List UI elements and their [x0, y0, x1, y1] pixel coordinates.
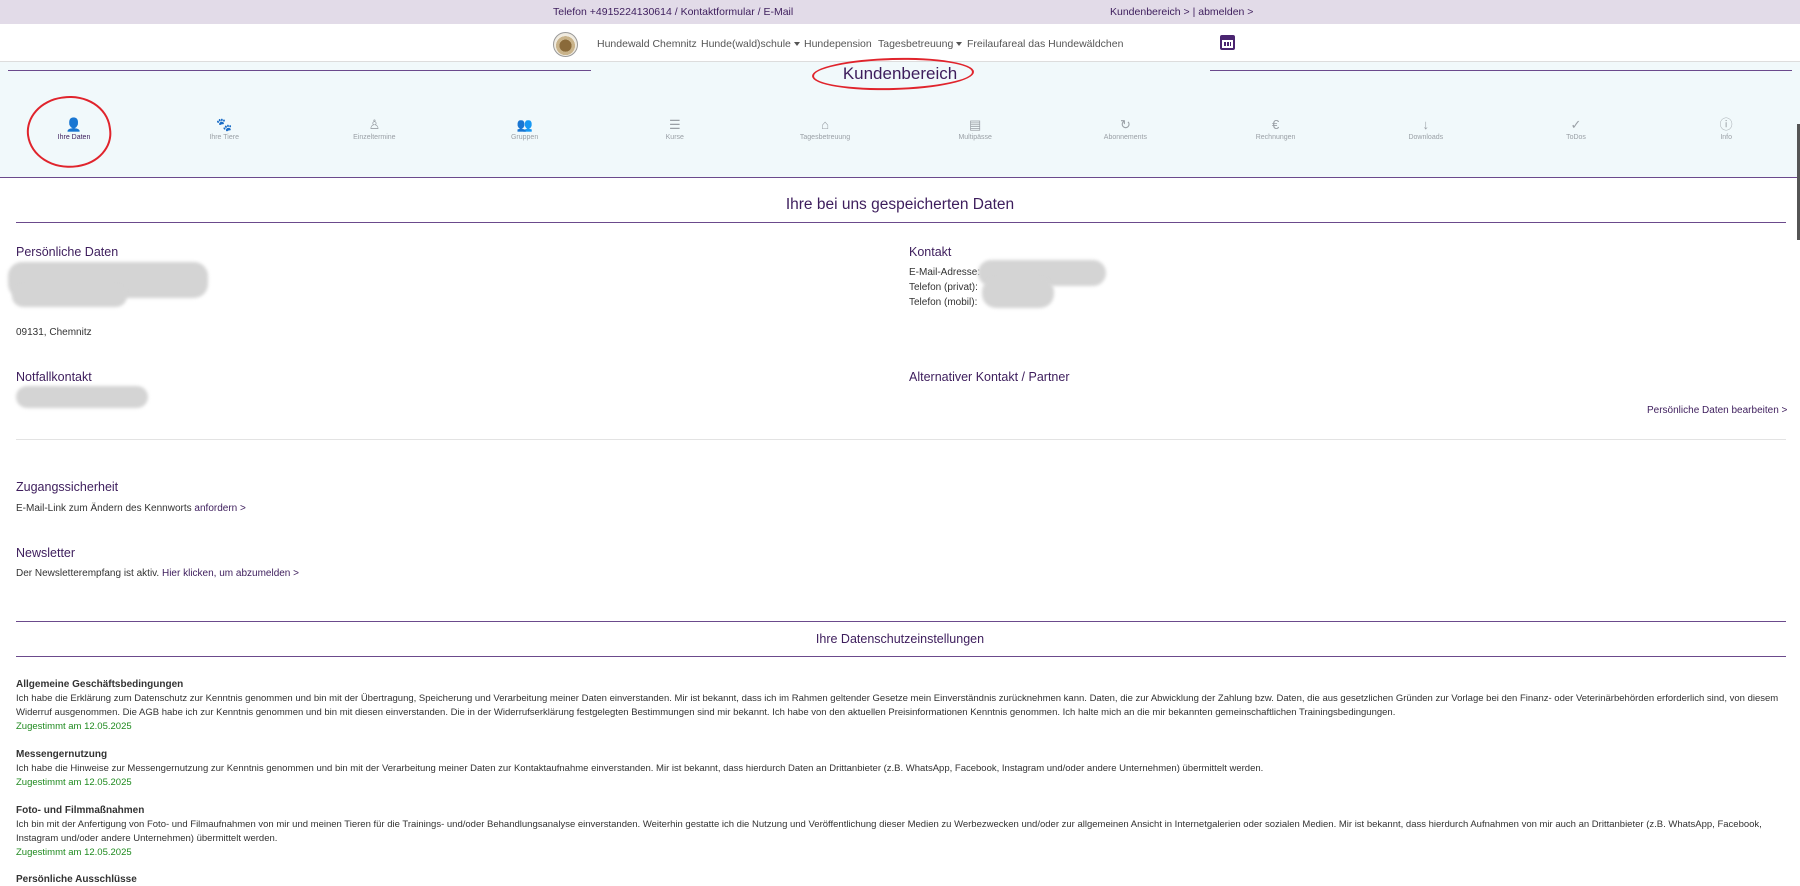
privacy-item-exclusions: Persönliche Ausschlüsse — [16, 873, 1786, 886]
redacted-area — [982, 278, 1054, 308]
chevron-down-icon — [956, 42, 963, 47]
chevron-down-icon — [793, 42, 800, 47]
tab-tagesbetreuung[interactable]: ⌂ Tagesbetreuung — [775, 117, 875, 141]
nav-item-label: Tagesbetreuung — [878, 38, 954, 50]
tab-downloads[interactable]: ↓ Downloads — [1376, 117, 1476, 141]
person-outline-icon: ♙ — [368, 117, 381, 132]
tab-einzeltermine[interactable]: ♙ Einzeltermine — [324, 117, 424, 141]
divider — [16, 222, 1786, 223]
euro-icon: € — [1271, 117, 1280, 132]
tab-kurse[interactable]: ☰ Kurse — [625, 117, 725, 141]
unsubscribe-link[interactable]: Hier klicken, um abzumelden > — [162, 568, 299, 579]
group-icon: 👥 — [516, 117, 533, 132]
paw-icon: 🐾 — [216, 117, 233, 132]
tab-gruppen[interactable]: 👥 Gruppen — [475, 117, 575, 141]
logo[interactable] — [553, 32, 578, 57]
card-icon: ▤ — [969, 117, 982, 132]
newsletter-status-text: Der Newsletterempfang ist aktiv. — [16, 568, 160, 579]
tab-label: Tagesbetreuung — [799, 134, 851, 141]
consent-status: Zugestimmt am 12.05.2025 — [16, 777, 132, 788]
emergency-contact-heading: Notfallkontakt — [16, 370, 92, 384]
nav-item-label: Hundepension — [804, 38, 872, 50]
request-password-link[interactable]: anfordern > — [194, 503, 245, 514]
nav-item-hundeschule[interactable]: Hunde(wald)schule — [701, 38, 800, 50]
divider — [16, 656, 1786, 657]
newsletter-row: Der Newsletterempfang ist aktiv. Hier kl… — [16, 568, 299, 579]
nav-item-freilaufareal[interactable]: Freilaufareal das Hundewäldchen — [967, 38, 1123, 50]
tab-abonnements[interactable]: ↻ Abonnements — [1075, 117, 1175, 141]
personal-city: 09131, Chemnitz — [16, 327, 92, 338]
download-icon: ↓ — [1422, 117, 1430, 132]
tab-label: Kurse — [665, 134, 684, 141]
list-icon: ☰ — [668, 117, 681, 132]
contact-heading: Kontakt — [909, 245, 952, 259]
contact-links[interactable]: Telefon +4915224130614 / Kontaktformular… — [553, 6, 793, 18]
tab-rechnungen[interactable]: € Rechnungen — [1226, 117, 1326, 141]
info-icon: ⓘ — [1719, 117, 1733, 132]
tab-label: Einzeltermine — [353, 134, 396, 141]
password-reset-row: E-Mail-Link zum Ändern des Kennworts anf… — [16, 503, 246, 514]
tab-label: Ihre Tiere — [209, 134, 239, 141]
consent-status: Zugestimmt am 12.05.2025 — [16, 847, 132, 858]
home-icon: ⌂ — [821, 117, 829, 132]
privacy-item-text: Ich habe die Hinweise zur Messengernutzu… — [16, 763, 1264, 774]
nav-item-tagesbetreuung[interactable]: Tagesbetreuung — [878, 38, 963, 50]
tab-label: ToDos — [1566, 134, 1586, 141]
tab-label: Abonnements — [1103, 134, 1147, 141]
privacy-item-photo: Foto- und Filmmaßnahmen Ich bin mit der … — [16, 804, 1786, 860]
account-links[interactable]: Kundenbereich > | abmelden > — [1110, 6, 1253, 18]
tab-label: Rechnungen — [1255, 134, 1296, 141]
nav-item-hundewald-chemnitz[interactable]: Hundewald Chemnitz — [597, 38, 697, 50]
tab-multipässe[interactable]: ▤ Multipässe — [925, 117, 1025, 141]
tab-todos[interactable]: ✓ ToDos — [1526, 117, 1626, 141]
nav-item-label: Hundewald Chemnitz — [597, 38, 697, 50]
main-nav: Hundewald Chemnitz Hunde(wald)schule Hun… — [0, 24, 1800, 62]
phone-private-label: Telefon (privat): — [909, 282, 978, 293]
redacted-area — [16, 386, 148, 408]
personal-data-heading: Persönliche Daten — [16, 245, 119, 259]
section-title: Ihre bei uns gespeicherten Daten — [785, 196, 1015, 213]
nav-item-hundepension[interactable]: Hundepension — [804, 38, 872, 50]
privacy-title: Ihre Datenschutzeinstellungen — [815, 632, 985, 646]
privacy-item-heading: Persönliche Ausschlüsse — [16, 874, 137, 885]
nav-item-label: Freilaufareal das Hundewäldchen — [967, 38, 1124, 50]
newsletter-heading: Newsletter — [16, 546, 76, 560]
privacy-item-messenger: Messengernutzung Ich habe die Hinweise z… — [16, 748, 1786, 790]
refresh-icon: ↻ — [1119, 117, 1131, 132]
access-security-heading: Zugangssicherheit — [16, 480, 119, 494]
calendar-icon[interactable] — [1220, 35, 1235, 50]
phone-mobile-label: Telefon (mobil): — [909, 297, 978, 308]
privacy-item-text: Ich habe die Erklärung zum Datenschutz z… — [16, 693, 1779, 718]
privacy-item-heading: Allgemeine Geschäftsbedingungen — [16, 679, 184, 690]
privacy-item-heading: Foto- und Filmmaßnahmen — [16, 805, 145, 816]
tab-label: Info — [1720, 134, 1733, 141]
top-bar: Telefon +4915224130614 / Kontaktformular… — [0, 0, 1800, 24]
privacy-item-text: Ich bin mit der Anfertigung von Foto- un… — [16, 819, 1762, 844]
tab-label: Gruppen — [510, 134, 539, 141]
check-icon: ✓ — [1570, 117, 1582, 132]
edit-personal-data-link[interactable]: Persönliche Daten bearbeiten > — [1647, 405, 1787, 416]
alternative-contact-heading: Alternativer Kontakt / Partner — [909, 370, 1070, 384]
nav-item-label: Hunde(wald)schule — [701, 38, 791, 50]
privacy-item-heading: Messengernutzung — [16, 749, 108, 760]
tab-info[interactable]: ⓘ Info — [1676, 117, 1776, 141]
password-reset-text: E-Mail-Link zum Ändern des Kennworts — [16, 503, 192, 514]
tab-ihre-tiere[interactable]: 🐾 Ihre Tiere — [174, 117, 274, 141]
privacy-item-terms: Allgemeine Geschäftsbedingungen Ich habe… — [16, 678, 1786, 734]
redacted-area — [12, 285, 127, 307]
tab-label: Downloads — [1408, 134, 1444, 141]
divider — [16, 439, 1786, 440]
consent-status: Zugestimmt am 12.05.2025 — [16, 721, 132, 732]
email-label: E-Mail-Adresse: — [909, 267, 981, 278]
divider — [16, 621, 1786, 622]
tab-label: Multipässe — [958, 134, 992, 141]
